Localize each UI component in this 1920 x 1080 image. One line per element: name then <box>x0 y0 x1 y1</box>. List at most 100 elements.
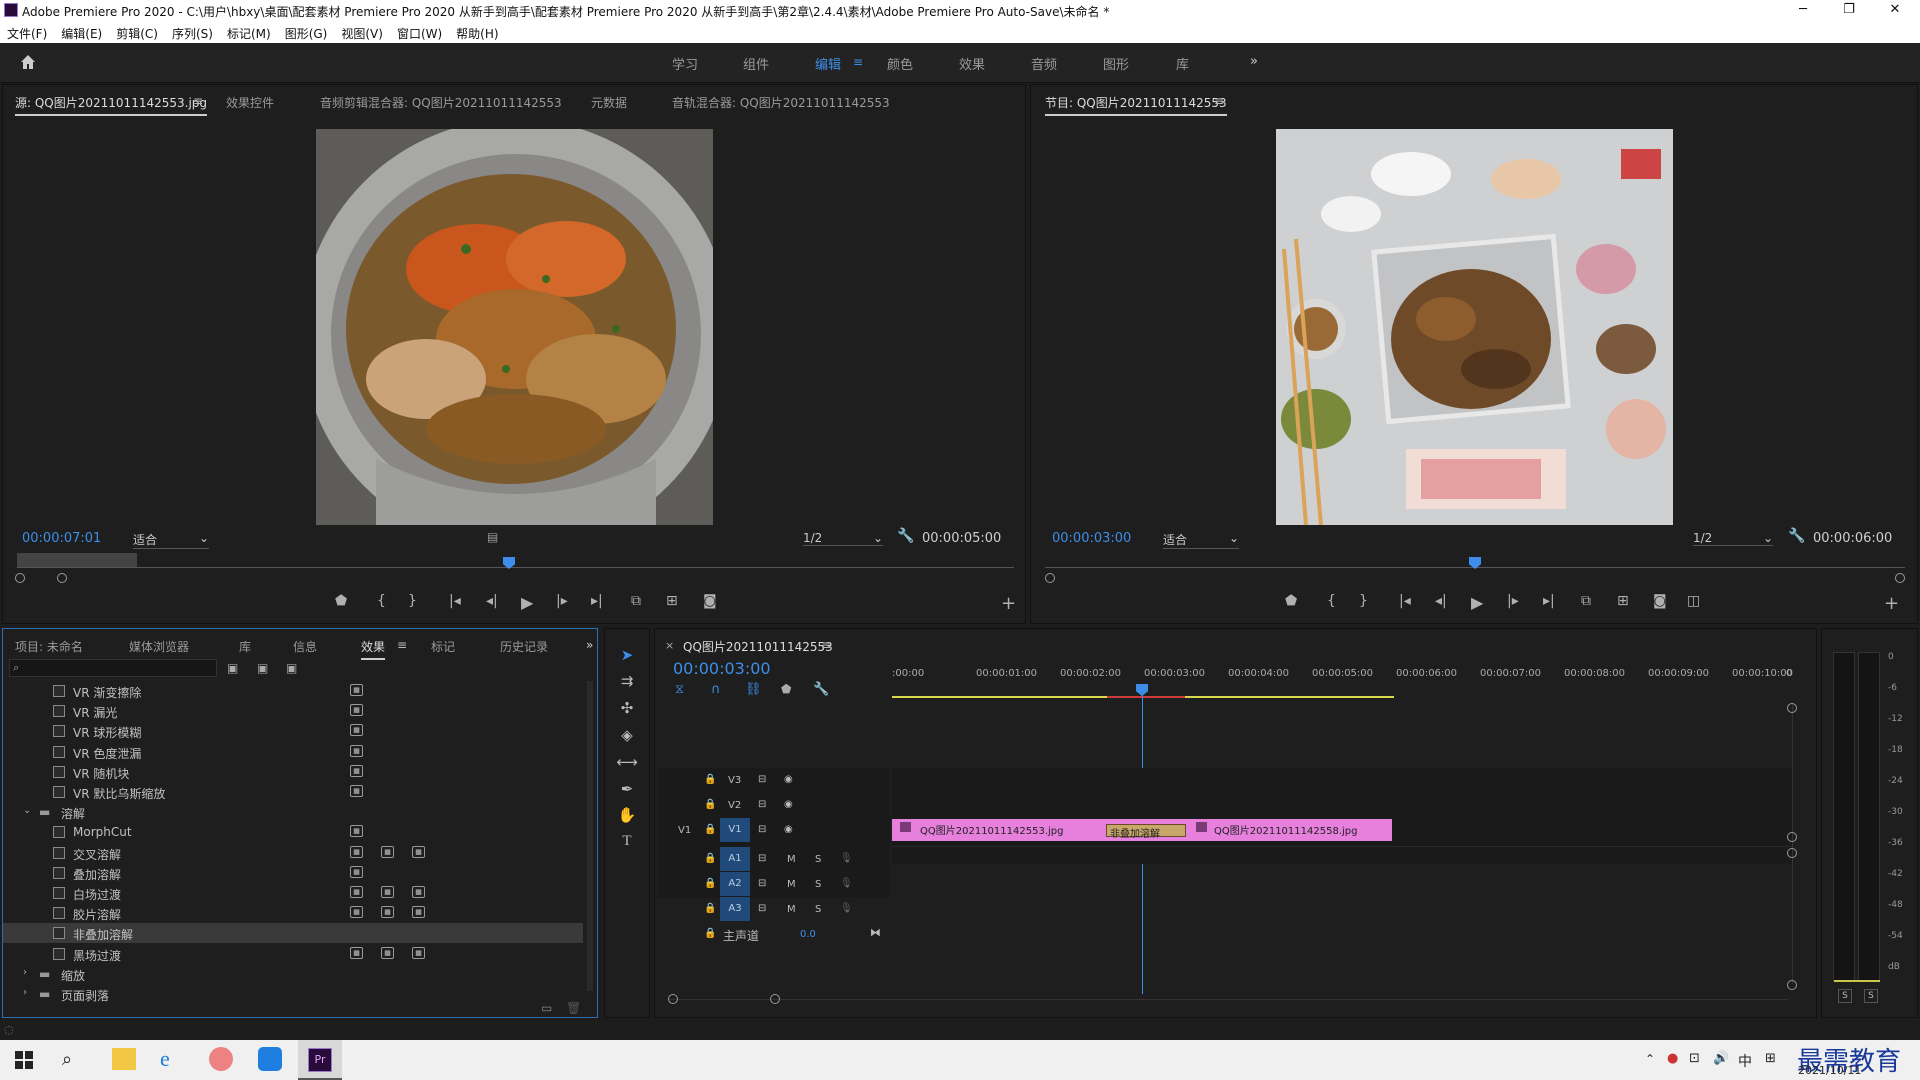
zoom-handle-right[interactable] <box>57 573 67 583</box>
program-timecode[interactable]: 00:00:03:00 <box>1052 531 1131 546</box>
program-resolution-dropdown[interactable]: 1/2 ⌄ <box>1693 531 1773 546</box>
step-back-icon[interactable]: ◂| <box>1435 593 1447 609</box>
effect-item[interactable]: VR 随机块 ▦ <box>3 762 583 782</box>
mark-in-icon[interactable]: { <box>377 593 386 609</box>
effect-item[interactable]: VR 漏光 ▦ <box>3 701 583 721</box>
menu-file[interactable]: 文件(F) <box>0 21 54 42</box>
32bit-effects-icon[interactable]: ▣ <box>257 661 268 675</box>
settings-toggle-icon[interactable]: ▤ <box>487 530 498 544</box>
minimize-button[interactable]: ─ <box>1780 0 1826 21</box>
scroll-handle[interactable] <box>1787 703 1797 713</box>
solo-button[interactable]: S <box>815 879 821 890</box>
insert-icon[interactable]: ⧉ <box>631 593 641 609</box>
sync-lock-icon[interactable]: ⊟ <box>758 903 766 914</box>
workspace-audio[interactable]: 音频 <box>1031 54 1057 73</box>
menu-graphics[interactable]: 图形(G) <box>278 21 335 42</box>
yuv-effects-icon[interactable]: ▣ <box>286 661 297 675</box>
chevron-right-icon[interactable]: › <box>23 987 27 998</box>
effect-item[interactable]: 非叠加溶解 <box>3 923 583 944</box>
file-explorer-icon[interactable] <box>112 1048 136 1070</box>
go-to-out-icon[interactable]: ▸| <box>1543 593 1555 609</box>
selection-tool-icon[interactable]: ➤ <box>616 646 638 668</box>
panel-menu-icon[interactable]: ≡ <box>193 94 203 108</box>
mark-out-icon[interactable]: } <box>408 593 417 609</box>
home-icon[interactable] <box>18 52 38 72</box>
lock-icon[interactable]: 🔒 <box>704 928 716 939</box>
meter-solo-left[interactable]: S <box>1838 989 1852 1003</box>
tab-audio-track-mixer[interactable]: 音轨混合器: QQ图片20211011142553 <box>672 94 890 111</box>
go-to-in-icon[interactable]: |◂ <box>449 593 461 609</box>
tab-sequence[interactable]: QQ图片20211011142553 <box>683 638 833 655</box>
tab-source[interactable]: 源: QQ图片20211011142553.jpg <box>15 94 208 116</box>
sync-lock-icon[interactable]: ⊟ <box>758 799 766 810</box>
timeline-settings-icon[interactable]: 🔧 <box>813 682 829 697</box>
effect-item[interactable]: VR 球形模糊 ▦ <box>3 721 583 741</box>
tab-project[interactable]: 项目: 未命名 <box>15 638 83 655</box>
comparison-view-icon[interactable]: ◫ <box>1687 593 1700 609</box>
workspace-learning[interactable]: 学习 <box>672 54 698 73</box>
workspace-assembly[interactable]: 组件 <box>743 54 769 73</box>
sync-lock-icon[interactable]: ⊟ <box>758 878 766 889</box>
lock-icon[interactable]: 🔒 <box>704 878 716 889</box>
export-frame-icon[interactable]: ◙ <box>1653 593 1667 609</box>
meter-solo-right[interactable]: S <box>1864 989 1878 1003</box>
network-icon[interactable]: ⊡ <box>1689 1051 1700 1066</box>
menu-help[interactable]: 帮助(H) <box>449 21 505 42</box>
play-icon[interactable]: ▶ <box>521 593 533 612</box>
source-resolution-dropdown[interactable]: 1/2 ⌄ <box>803 531 883 546</box>
slip-tool-icon[interactable]: ⟷ <box>616 753 638 775</box>
menu-view[interactable]: 视图(V) <box>334 21 390 42</box>
effect-item[interactable]: VR 渐变擦除 ▦ <box>3 681 583 701</box>
tab-markers[interactable]: 标记 <box>431 638 455 655</box>
tab-effects[interactable]: 效果 <box>361 638 386 660</box>
tab-media-browser[interactable]: 媒体浏览器 <box>129 638 189 655</box>
lock-icon[interactable]: 🔒 <box>704 774 716 785</box>
eye-icon[interactable]: ◉ <box>784 774 793 785</box>
sync-lock-icon[interactable]: ⊟ <box>758 824 766 835</box>
panel-overflow-icon[interactable]: » <box>586 638 593 652</box>
ripple-edit-tool-icon[interactable]: ✣ <box>616 699 638 721</box>
mark-out-icon[interactable]: } <box>1359 593 1368 609</box>
mute-button[interactable]: M <box>787 904 796 915</box>
track-select-tool-icon[interactable]: ⇉ <box>616 672 638 694</box>
hand-tool-icon[interactable]: ✋ <box>616 806 638 828</box>
track-label-a3[interactable]: A3 <box>720 897 750 921</box>
mic-icon[interactable]: 🎙 <box>840 903 853 914</box>
razor-tool-icon[interactable]: ◈ <box>616 726 638 748</box>
timeline-ruler[interactable]: :00:00 00:00:01:00 00:00:02:00 00:00:03:00 0… <box>892 668 1802 688</box>
chevron-right-icon[interactable]: › <box>23 967 27 978</box>
menu-clip[interactable]: 剪辑(C) <box>109 21 165 42</box>
scroll-handle[interactable] <box>1787 980 1797 990</box>
program-fit-dropdown[interactable]: 适合 ⌄ <box>1163 531 1239 549</box>
mute-button[interactable]: M <box>787 879 796 890</box>
chevron-up-icon[interactable]: ⌃ <box>1645 1052 1655 1066</box>
add-marker-icon[interactable]: ⬟ <box>335 593 347 609</box>
volume-icon[interactable]: 🔊 <box>1713 1051 1729 1066</box>
mic-icon[interactable]: 🎙 <box>840 853 853 864</box>
app-icon[interactable] <box>258 1047 282 1071</box>
add-marker-icon[interactable]: ⬟ <box>1285 593 1297 609</box>
track-label-v3[interactable]: V3 <box>728 775 741 786</box>
workspace-color[interactable]: 颜色 <box>887 54 913 73</box>
tab-metadata[interactable]: 元数据 <box>591 94 627 111</box>
track-label-a2[interactable]: A2 <box>720 872 750 896</box>
tab-libraries[interactable]: 库 <box>239 638 251 655</box>
add-button-icon[interactable]: + <box>1001 593 1016 614</box>
snap-icon[interactable]: ∩ <box>711 682 721 697</box>
mark-in-icon[interactable]: { <box>1327 593 1336 609</box>
pen-tool-icon[interactable]: ✒ <box>616 780 638 802</box>
vertical-scroll-track[interactable] <box>1792 704 1793 984</box>
workspace-libraries[interactable]: 库 <box>1176 54 1189 73</box>
zoom-handle-left[interactable] <box>15 573 25 583</box>
panel-menu-icon[interactable]: ≡ <box>1214 94 1224 108</box>
linked-selection-icon[interactable]: ⛓ <box>745 682 762 697</box>
panel-menu-icon[interactable]: ≡ <box>397 638 407 652</box>
timeline-timecode[interactable]: 00:00:03:00 <box>673 659 771 678</box>
chevron-down-icon[interactable]: ⌄ <box>23 805 31 816</box>
tab-info[interactable]: 信息 <box>293 638 317 655</box>
tab-audio-clip-mixer[interactable]: 音频剪辑混合器: QQ图片20211011142553 <box>320 94 562 111</box>
menu-sequence[interactable]: 序列(S) <box>165 21 220 42</box>
close-button[interactable]: ✕ <box>1872 0 1918 21</box>
wrench-icon[interactable]: 🔧 <box>1788 528 1805 544</box>
menu-markers[interactable]: 标记(M) <box>220 21 278 42</box>
